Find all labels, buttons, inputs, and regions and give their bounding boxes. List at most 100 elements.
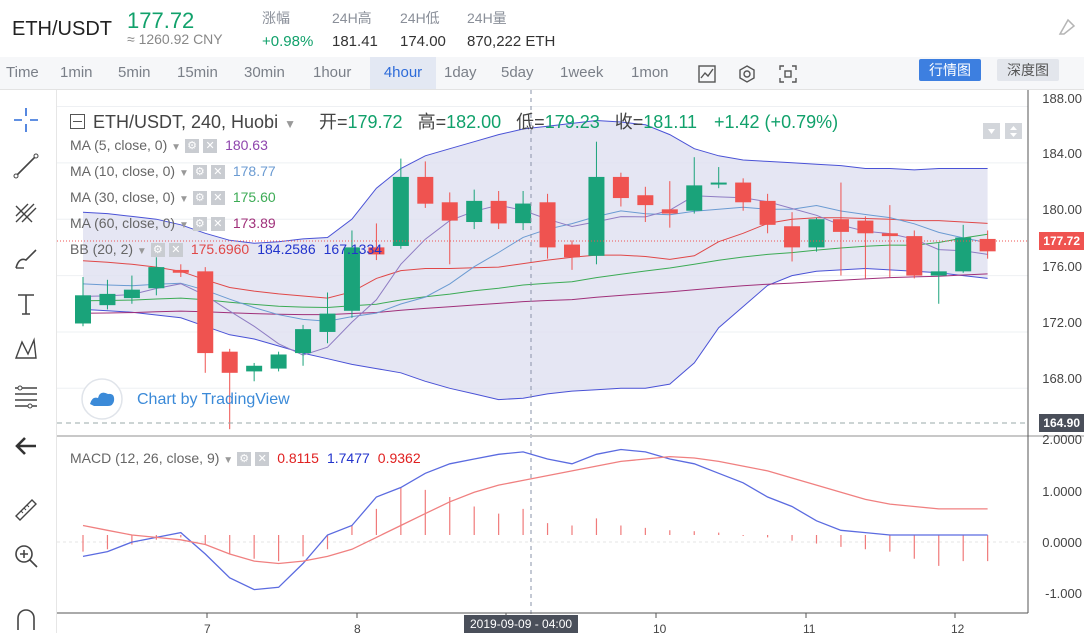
macd-histogram [82, 487, 989, 566]
low-value: 179.23 [544, 112, 600, 132]
settings-gear-icon[interactable] [736, 63, 758, 85]
brush-icon[interactable] [8, 240, 44, 276]
candle-body [441, 202, 458, 221]
brand-logo-icon [1056, 16, 1078, 38]
crosshair-icon[interactable] [8, 102, 44, 138]
tab-1week[interactable]: 1week [556, 57, 607, 89]
candle-body [759, 200, 776, 225]
pair-title[interactable]: ETH/USDT [12, 18, 112, 41]
current-price-badge: 177.72 [1039, 232, 1084, 250]
tab-5day[interactable]: 5day [497, 57, 538, 89]
x-axis-ticks [206, 613, 956, 618]
macd-hist-value: 0.8115 [277, 450, 319, 466]
cny-price: ≈ 1260.92 CNY [127, 31, 223, 47]
candle-body [123, 289, 140, 299]
close-icon[interactable]: ✕ [255, 452, 270, 467]
tab-time[interactable]: Time [2, 57, 43, 89]
macd-tick: 0.0000 [1042, 535, 1082, 550]
magnet-icon[interactable] [8, 600, 44, 636]
macd-tick: -1.000 [1045, 586, 1082, 601]
price-tick: 180.00 [1042, 202, 1082, 217]
timeframe-toolbar: Time 1min 5min 15min 30min 1hour 4hour 1… [0, 57, 1084, 90]
depth-view-button[interactable]: 深度图 [997, 59, 1059, 81]
pitchfork-icon[interactable] [8, 194, 44, 230]
settings-gear-icon[interactable]: ⚙ [150, 243, 165, 258]
close-icon[interactable]: ✕ [210, 217, 225, 232]
candle-body [784, 226, 801, 248]
close-icon[interactable]: ✕ [168, 243, 183, 258]
indicator-name: MA (60, close, 0) [70, 215, 176, 231]
x-tick-label: 8 [354, 622, 361, 636]
legend-macd[interactable]: MACD (12, 26, close, 9) ▼ ⚙ ✕ 0.8115 1.7477 0… [70, 450, 421, 467]
back-arrow-icon[interactable] [8, 428, 44, 464]
indicator-value: 180.63 [225, 137, 268, 153]
tab-15min[interactable]: 15min [173, 57, 222, 89]
ticker-bar: ETH/USDT 177.72 ≈ 1260.92 CNY 涨幅 +0.98% … [0, 0, 1084, 58]
tab-4hour[interactable]: 4hour [370, 57, 436, 89]
candle-body [99, 293, 116, 306]
fullscreen-icon[interactable] [777, 63, 799, 85]
settings-gear-icon[interactable]: ⚙ [192, 217, 207, 232]
ruler-icon[interactable] [8, 492, 44, 528]
x-tick-label: 10 [653, 622, 667, 636]
stat-value: +0.98% [262, 33, 314, 50]
legend-ma60[interactable]: MA (60, close, 0) ▼ ⚙ ✕ 173.89 [70, 215, 276, 232]
candle-body [295, 329, 312, 354]
settings-gear-icon[interactable]: ⚙ [192, 191, 207, 206]
stat-24h-high: 24H高 181.41 [332, 8, 378, 50]
kline-view-button[interactable]: 行情图 [919, 59, 981, 81]
legend-ma10[interactable]: MA (10, close, 0) ▼ ⚙ ✕ 178.77 [70, 163, 276, 180]
stat-label: 涨幅 [262, 10, 290, 26]
watermark-text: Chart by TradingView [137, 391, 290, 408]
drawing-toolbar [0, 90, 57, 633]
stat-value: 174.00 [400, 33, 446, 50]
indicator-value: 178.77 [232, 163, 276, 179]
close-icon[interactable]: ✕ [210, 165, 225, 180]
indicator-chart-icon[interactable] [696, 63, 718, 85]
chart-symbol[interactable]: ETH/USDT, 240, Huobi [93, 112, 278, 132]
indicator-name: BB (20, 2) [70, 241, 134, 257]
candle-body [832, 219, 849, 232]
zoom-in-icon[interactable] [8, 538, 44, 574]
fib-retracement-icon[interactable] [8, 378, 44, 414]
chevron-down-icon[interactable]: ▼ [284, 117, 296, 131]
stat-label: 24H高 [332, 10, 372, 26]
bb-mid-value: 175.6960 [190, 241, 250, 257]
tab-30min[interactable]: 30min [240, 57, 289, 89]
text-tool-icon[interactable] [8, 286, 44, 322]
trend-line-icon[interactable] [8, 148, 44, 184]
stat-label: 24H低 [400, 10, 440, 26]
candle-body [930, 271, 947, 276]
high-value: 182.00 [446, 112, 502, 132]
collapse-icon[interactable] [70, 114, 85, 129]
close-icon[interactable]: ✕ [210, 191, 225, 206]
macd-line [82, 448, 988, 591]
close-value: 181.11 [643, 112, 697, 132]
tab-1day[interactable]: 1day [440, 57, 481, 89]
tab-5min[interactable]: 5min [114, 57, 155, 89]
indicator-value: 173.89 [232, 215, 276, 231]
legend-bb[interactable]: BB (20, 2) ▼ ⚙ ✕ 175.6960 184.2586 167.1334 [70, 241, 382, 258]
settings-gear-icon[interactable]: ⚙ [192, 165, 207, 180]
macd-tick: 1.0000 [1042, 484, 1082, 499]
indicator-value: 175.60 [232, 189, 276, 205]
signal-line [82, 455, 988, 565]
tab-1hour[interactable]: 1hour [309, 57, 355, 89]
candle-body [955, 237, 972, 272]
candle-body [246, 365, 263, 372]
pattern-icon[interactable] [8, 332, 44, 368]
settings-gear-icon[interactable]: ⚙ [237, 452, 252, 467]
macd-tick: 2.0000 [1042, 432, 1082, 447]
tab-1mon[interactable]: 1mon [627, 57, 673, 89]
tab-1min[interactable]: 1min [56, 57, 97, 89]
legend-ma30[interactable]: MA (30, close, 0) ▼ ⚙ ✕ 175.60 [70, 189, 276, 206]
x-tick-label: 11 [803, 622, 816, 636]
legend-ma5[interactable]: MA (5, close, 0) ▼ ⚙ ✕ 180.63 [70, 137, 268, 154]
candle-body [808, 219, 825, 248]
candle-body [270, 354, 287, 369]
candle-body [75, 295, 91, 324]
close-icon[interactable]: ✕ [203, 139, 218, 154]
candle-body [564, 244, 580, 258]
low-price-badge: 164.90 [1039, 414, 1084, 432]
settings-gear-icon[interactable]: ⚙ [185, 139, 200, 154]
